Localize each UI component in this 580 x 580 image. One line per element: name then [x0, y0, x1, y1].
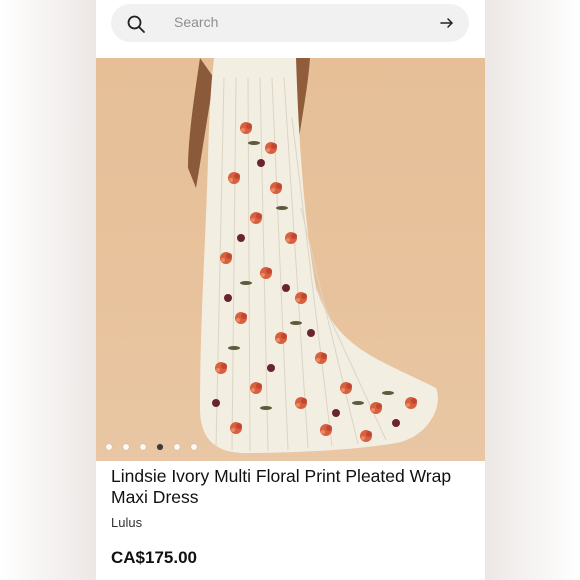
- carousel-dot-active[interactable]: [157, 444, 163, 450]
- carousel-dot[interactable]: [123, 444, 129, 450]
- arrow-right-icon[interactable]: [439, 15, 455, 31]
- product-image[interactable]: [96, 58, 485, 461]
- carousel-dot[interactable]: [174, 444, 180, 450]
- search-bar[interactable]: Search: [111, 4, 469, 42]
- right-border: [484, 0, 580, 580]
- product-brand[interactable]: Lulus: [111, 515, 142, 530]
- carousel-dot[interactable]: [106, 444, 112, 450]
- dress-illustration: [188, 58, 438, 453]
- product-price: CA$175.00: [111, 548, 198, 567]
- carousel-dot[interactable]: [191, 444, 197, 450]
- left-border: [0, 0, 96, 580]
- image-carousel-indicator[interactable]: [106, 444, 197, 450]
- product-title: Lindsie Ivory Multi Floral Print Pleated…: [111, 466, 452, 507]
- search-icon: [127, 15, 145, 33]
- product-page: Search Lindsie Ivory Multi Floral Print …: [96, 0, 485, 580]
- carousel-dot[interactable]: [140, 444, 146, 450]
- search-placeholder: Search: [174, 14, 219, 30]
